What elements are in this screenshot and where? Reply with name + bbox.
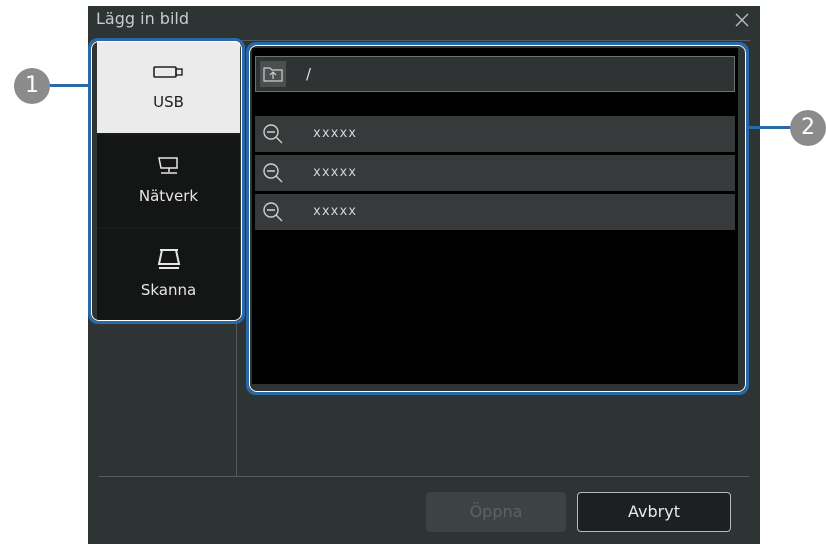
- callout-leader-2: [748, 126, 792, 129]
- file-browser-highlight: [246, 42, 749, 395]
- cancel-button[interactable]: Avbryt: [577, 492, 731, 532]
- source-list-highlight: [88, 38, 245, 324]
- open-button[interactable]: Öppna: [426, 492, 566, 532]
- footer-divider: [98, 476, 750, 477]
- close-icon[interactable]: [734, 12, 750, 28]
- callout-marker-2: 2: [790, 110, 826, 146]
- title-divider: [238, 40, 750, 41]
- dialog-title: Lägg in bild: [96, 9, 189, 28]
- callout-leader-1: [48, 84, 90, 87]
- callout-marker-1: 1: [14, 68, 50, 104]
- panel-divider: [236, 320, 237, 476]
